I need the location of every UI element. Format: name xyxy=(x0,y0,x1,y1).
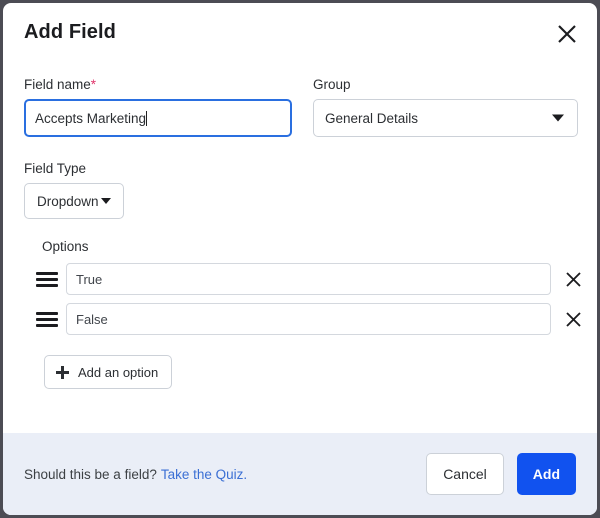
footer-prompt: Should this be a field? xyxy=(24,466,157,482)
remove-option-icon[interactable] xyxy=(561,307,585,331)
option-input[interactable] xyxy=(66,303,551,335)
group-selected-value: General Details xyxy=(325,110,419,126)
chevron-down-icon xyxy=(100,198,111,204)
remove-option-icon[interactable] xyxy=(561,267,585,291)
group-select[interactable]: General Details xyxy=(313,99,578,137)
group-field-group: Group General Details xyxy=(313,77,578,137)
field-type-value: Dropdown xyxy=(37,193,99,209)
chevron-down-icon xyxy=(552,114,564,122)
required-asterisk: * xyxy=(90,77,97,92)
field-type-group: Field Type Dropdown xyxy=(24,161,124,219)
drag-handle-icon[interactable] xyxy=(36,271,58,287)
plus-icon xyxy=(56,365,69,379)
field-name-label-text: Field name xyxy=(24,77,91,92)
add-button[interactable]: Add xyxy=(516,453,576,495)
top-fields-row: Field name* Accepts Marketing Group Gene… xyxy=(3,77,597,137)
dialog-footer: Should this be a field? Take the Quiz. C… xyxy=(3,433,597,515)
footer-actions: Cancel Add xyxy=(426,453,576,495)
page-title: Add Field xyxy=(24,21,117,43)
field-name-group: Field name* Accepts Marketing xyxy=(24,77,292,137)
take-the-quiz-link[interactable]: Take the Quiz. xyxy=(161,467,247,482)
option-row xyxy=(3,263,597,295)
add-option-label: Add an option xyxy=(78,364,159,380)
drag-handle-icon[interactable] xyxy=(36,311,58,327)
option-input[interactable] xyxy=(66,263,551,295)
options-label: Options xyxy=(42,239,89,254)
field-name-label: Field name* xyxy=(24,77,292,92)
field-name-input[interactable]: Accepts Marketing xyxy=(24,99,292,137)
dialog-header: Add Field xyxy=(3,3,597,65)
dialog-body: Field name* Accepts Marketing Group Gene… xyxy=(3,65,597,433)
close-icon[interactable] xyxy=(554,21,580,47)
add-option-button[interactable]: Add an option xyxy=(44,355,173,389)
option-row xyxy=(3,303,597,335)
field-type-select[interactable]: Dropdown xyxy=(24,183,124,219)
text-caret xyxy=(146,110,148,126)
cancel-button[interactable]: Cancel xyxy=(426,453,504,495)
field-type-label: Field Type xyxy=(24,161,87,176)
add-field-dialog: Add Field Field name* Accepts Marketing … xyxy=(3,3,597,515)
options-section: Options True False Add an option xyxy=(3,239,597,389)
group-label: Group xyxy=(313,77,351,92)
field-name-value: Accepts Marketing xyxy=(35,110,147,126)
